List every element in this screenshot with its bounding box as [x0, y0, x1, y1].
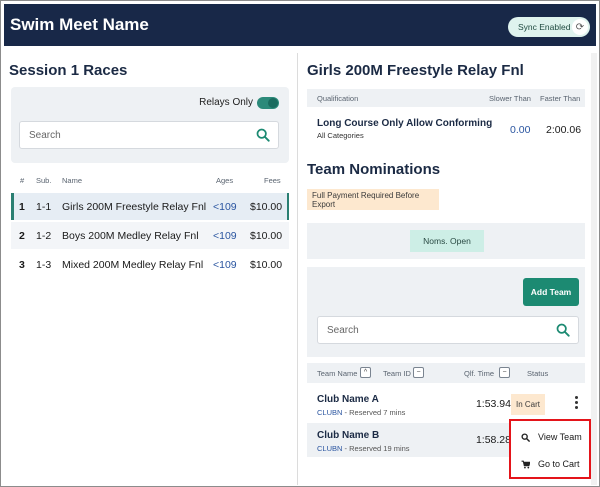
races-filter-panel: Relays Only Search: [11, 87, 289, 163]
col-fees: Fees: [264, 176, 281, 185]
race-fee: $10.00: [250, 230, 283, 242]
view-team-label: View Team: [538, 432, 582, 442]
nominations-status-panel: Noms. Open: [307, 223, 585, 259]
race-name: Mixed 200M Medley Relay Fnl: [62, 259, 204, 271]
sync-status-badge[interactable]: Sync Enabled ⟳: [508, 17, 590, 37]
col-ages: Ages: [216, 176, 234, 185]
qualification-category: All Categories: [317, 131, 364, 140]
noms-open-chip: Noms. Open: [410, 230, 484, 252]
col-name: Name: [62, 176, 83, 185]
team-name: Club Name B: [317, 430, 380, 441]
app-window: Swim Meet Name Sync Enabled ⟳ Session 1 …: [0, 0, 600, 487]
app-title: Swim Meet Name: [10, 15, 149, 34]
team-qlf-time: 1:53.94: [475, 398, 511, 410]
race-fee: $10.00: [250, 201, 283, 213]
race-num: 3: [19, 259, 25, 271]
go-to-cart-menu-item[interactable]: Go to Cart: [521, 459, 580, 469]
race-row[interactable]: 2 1-2 Boys 200M Medley Relay Fnl <109 $1…: [11, 222, 289, 249]
relays-only-label: Relays Only: [199, 97, 253, 108]
scrollbar[interactable]: [591, 53, 597, 485]
go-to-cart-label: Go to Cart: [538, 459, 580, 469]
team-sub: CLUBN - Reserved 7 mins: [317, 408, 405, 417]
team-id: CLUBN: [317, 444, 343, 453]
race-row[interactable]: 1 1-1 Girls 200M Freestyle Relay Fnl <10…: [11, 193, 289, 220]
col-team-name: Team Name: [317, 369, 358, 378]
team-sub: CLUBN - Reserved 19 mins: [317, 444, 410, 453]
team-qlf-time: 1:58.28: [475, 434, 511, 446]
teams-table-header: Team Name ^ Team ID − Qlf. Time − Status: [307, 363, 585, 383]
team-row[interactable]: Club Name A CLUBN - Reserved 7 mins 1:53…: [307, 387, 585, 421]
col-sub: Sub.: [36, 176, 52, 185]
team-reserved: - Reserved 7 mins: [342, 408, 406, 417]
relays-only-toggle[interactable]: [257, 97, 279, 109]
team-context-menu: View Team Go to Cart: [509, 419, 591, 479]
more-options-icon[interactable]: [573, 396, 579, 412]
add-team-button[interactable]: Add Team: [523, 278, 579, 306]
col-faster-than: Faster Than: [540, 94, 581, 103]
sort-minus-icon[interactable]: −: [499, 367, 510, 378]
race-name: Girls 200M Freestyle Relay Fnl: [62, 201, 207, 213]
races-search-placeholder: Search: [29, 129, 61, 141]
race-sub: 1-1: [36, 201, 52, 213]
race-ages: <109: [213, 259, 237, 271]
event-title: Girls 200M Freestyle Relay Fnl: [307, 62, 524, 79]
sort-minus-icon[interactable]: −: [413, 367, 424, 378]
teams-search-placeholder: Search: [327, 324, 359, 336]
search-icon[interactable]: [556, 323, 570, 337]
team-name: Club Name A: [317, 394, 379, 405]
race-ages: <109: [213, 201, 237, 213]
sort-chevron-up-icon[interactable]: ^: [360, 367, 371, 378]
race-fee: $10.00: [250, 259, 283, 271]
race-sub: 1-2: [36, 230, 52, 242]
faster-than-value: 2:00.06: [546, 124, 582, 136]
teams-search-input[interactable]: Search: [317, 316, 579, 344]
nominations-title: Team Nominations: [307, 161, 441, 178]
qualification-name: Long Course Only Allow Conforming: [317, 118, 493, 129]
panel-divider: [297, 53, 298, 485]
qualification-table-header: Qualification Slower Than Faster Than: [307, 89, 585, 107]
col-status: Status: [527, 369, 549, 378]
sync-icon[interactable]: ⟳: [572, 19, 588, 35]
col-num: #: [20, 176, 25, 185]
races-search-input[interactable]: Search: [19, 121, 279, 149]
sync-label: Sync Enabled: [518, 22, 571, 32]
race-name: Boys 200M Medley Relay Fnl: [62, 230, 199, 242]
in-cart-badge: In Cart: [511, 394, 545, 415]
payment-notice-badge: Full Payment Required Before Export: [307, 189, 439, 210]
race-ages: <109: [213, 230, 237, 242]
race-num: 2: [19, 230, 25, 242]
races-section-title: Session 1 Races: [9, 62, 128, 79]
slower-than-value: 0.00: [510, 124, 531, 136]
race-num: 1: [19, 201, 25, 213]
top-bar: Swim Meet Name Sync Enabled ⟳: [4, 4, 596, 46]
team-reserved: - Reserved 19 mins: [342, 444, 410, 453]
cart-icon: [521, 460, 530, 468]
race-row[interactable]: 3 1-3 Mixed 200M Medley Relay Fnl <109 $…: [11, 251, 289, 278]
search-icon[interactable]: [256, 128, 270, 142]
view-team-menu-item[interactable]: View Team: [521, 432, 582, 442]
team-actions-panel: Add Team Search: [307, 267, 585, 357]
col-team-id: Team ID: [383, 369, 411, 378]
col-slower-than: Slower Than: [489, 94, 531, 103]
team-id: CLUBN: [317, 408, 343, 417]
race-sub: 1-3: [36, 259, 52, 271]
search-icon: [521, 432, 530, 442]
col-qlf-time: Qlf. Time: [464, 369, 495, 378]
col-qualification: Qualification: [317, 94, 359, 103]
